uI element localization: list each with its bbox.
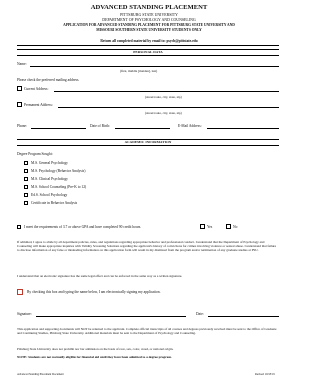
return-note-underline xyxy=(17,45,279,46)
current-address-label: Current Address: xyxy=(24,87,49,91)
program-option-label: Ed.S. School Psychology xyxy=(31,193,68,197)
email-label: E-Mail Address: xyxy=(178,124,202,128)
program-option[interactable] xyxy=(24,161,28,165)
program-option-label: M.S. School Counseling (Pre-K to 12) xyxy=(31,185,87,189)
esign-checkbox[interactable] xyxy=(17,289,23,295)
permanent-address-label: Permanent Address: xyxy=(24,103,53,107)
revised-date: Revised 10/18/19 xyxy=(255,373,275,376)
current-address-checkbox[interactable] xyxy=(17,86,22,91)
conduct-agreement-paragraph: If admitted, I agree to abide by all dep… xyxy=(17,240,277,253)
program-option-label: M.S. Psychology (Behavior Analysis) xyxy=(31,169,86,173)
date-field[interactable] xyxy=(208,316,279,317)
application-title-line1: APPLICATION FOR ADVANCED STANDING PLACEM… xyxy=(63,23,235,27)
current-address-hint: (street/route, city, state, zip) xyxy=(145,95,182,99)
gpa-no-box[interactable] xyxy=(226,224,231,229)
gpa-yes-label: Yes xyxy=(207,225,213,229)
dob-field[interactable] xyxy=(115,128,170,129)
program-option-label: M.S. General Psychology xyxy=(31,161,68,165)
phone-field[interactable] xyxy=(31,128,86,129)
program-option[interactable] xyxy=(24,185,28,189)
esign-statement: By checking this box and typing the name… xyxy=(27,290,161,294)
date-label: Date: xyxy=(196,312,204,316)
phone-label: Phone: xyxy=(17,124,27,128)
dob-label: Date of Birth: xyxy=(90,124,110,128)
mailing-prompt: Please check the preferred mailing addre… xyxy=(17,78,80,82)
signature-field[interactable] xyxy=(36,316,186,317)
name-field[interactable] xyxy=(30,66,279,67)
current-address-field[interactable] xyxy=(54,91,279,92)
personal-data-title: PERSONAL DATA xyxy=(133,50,163,54)
gpa-yes-box[interactable] xyxy=(200,224,205,229)
program-option[interactable] xyxy=(24,177,28,181)
application-title-line2: MISSOURI SOUTHERN STATE UNIVERSITY STUDE… xyxy=(96,28,202,32)
program-option-label: M.S. Clinical Psychology xyxy=(31,177,68,181)
document-name: Advanced Standing Placement Document xyxy=(17,373,64,376)
return-note: Return all completed material by email t… xyxy=(100,39,198,43)
university-name: PITTSBURG STATE UNIVERSITY xyxy=(120,13,178,17)
form-title: ADVANCED STANDING PLACEMENT xyxy=(90,4,208,11)
esignature-paragraph: I understand that an electronic signatur… xyxy=(17,274,183,278)
signature-label: Signature: xyxy=(17,312,32,316)
email-field[interactable] xyxy=(207,128,279,129)
gpa-no-label: No xyxy=(233,225,238,229)
program-option[interactable] xyxy=(24,201,28,205)
financial-aid-note: NOTE: Students are not normally eligible… xyxy=(17,355,172,359)
permanent-address-checkbox[interactable] xyxy=(17,102,22,107)
nondiscrimination-paragraph: Pittsburg State University does not proh… xyxy=(17,347,174,351)
gpa-statement: I meet the requirements of 3.7 or above … xyxy=(24,225,142,229)
program-option[interactable] xyxy=(24,169,28,173)
permanent-address-hint: (street/route, city, state, zip) xyxy=(145,111,182,115)
program-option[interactable] xyxy=(24,193,28,197)
degree-prompt: Degree Program Sought: xyxy=(17,152,53,156)
academic-info-title: ACADEMIC INFORMATION xyxy=(124,140,172,144)
permanent-address-field[interactable] xyxy=(58,107,279,108)
program-option-label: Certificate in Behavior Analysis xyxy=(31,201,78,205)
name-hint: (first, middle [maiden], last) xyxy=(120,69,158,73)
name-label: Name: xyxy=(17,62,27,66)
department-name: DEPARTMENT OF PSYCHOLOGY AND COUNSELING xyxy=(102,18,196,22)
transcript-paragraph: This application and supporting document… xyxy=(17,327,277,336)
gpa-checkbox[interactable] xyxy=(17,225,21,229)
